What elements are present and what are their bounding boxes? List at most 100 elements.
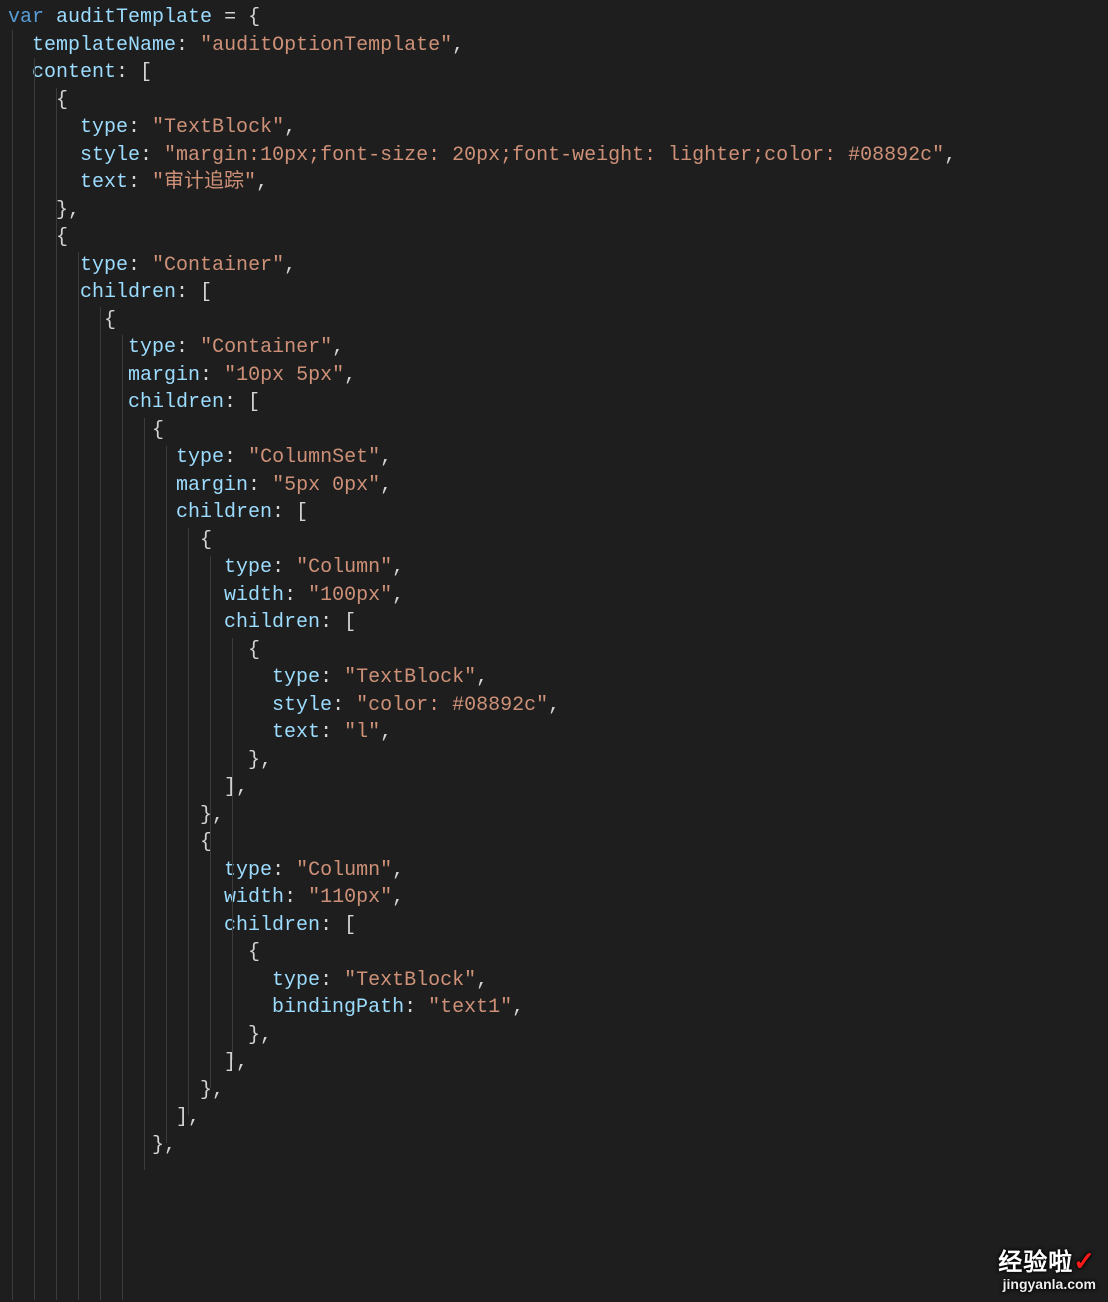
code-token: {	[8, 89, 68, 112]
code-token: ,	[512, 996, 524, 1019]
code-line[interactable]: width: "100px",	[8, 582, 1108, 610]
code-line[interactable]: type: "TextBlock",	[8, 114, 1108, 142]
code-token: },	[8, 1079, 224, 1102]
code-line[interactable]: style: "color: #08892c",	[8, 692, 1108, 720]
code-token: {	[8, 529, 212, 552]
code-token	[8, 116, 80, 139]
code-line[interactable]: text: "l",	[8, 719, 1108, 747]
code-token	[8, 859, 224, 882]
code-token: ,	[380, 721, 392, 744]
code-token: },	[8, 749, 272, 772]
code-token: :	[284, 886, 308, 909]
watermark: 经验啦✓ jingyanla.com	[998, 1247, 1096, 1292]
code-line[interactable]: content: [	[8, 59, 1108, 87]
code-token: children	[224, 914, 320, 937]
code-token: :	[320, 721, 344, 744]
code-token: "TextBlock"	[344, 969, 476, 992]
code-line[interactable]: width: "110px",	[8, 884, 1108, 912]
code-token	[8, 721, 272, 744]
code-token: children	[224, 611, 320, 634]
code-token: {	[8, 941, 260, 964]
code-line[interactable]: },	[8, 802, 1108, 830]
code-token: text	[80, 171, 128, 194]
code-token: margin	[176, 474, 248, 497]
code-line[interactable]: {	[8, 829, 1108, 857]
code-token: ],	[8, 776, 248, 799]
code-line[interactable]: style: "margin:10px;font-size: 20px;font…	[8, 142, 1108, 170]
code-token: :	[176, 336, 200, 359]
code-line[interactable]: type: "Container",	[8, 252, 1108, 280]
code-token: :	[224, 446, 248, 469]
code-line[interactable]: type: "ColumnSet",	[8, 444, 1108, 472]
code-token: text	[272, 721, 320, 744]
code-token: "5px 0px"	[272, 474, 380, 497]
code-line[interactable]: type: "Column",	[8, 554, 1108, 582]
code-token: "color: #08892c"	[356, 694, 548, 717]
code-line[interactable]: {	[8, 527, 1108, 555]
code-line[interactable]: {	[8, 307, 1108, 335]
code-token: ],	[8, 1051, 248, 1074]
code-token: ,	[548, 694, 560, 717]
code-token: :	[128, 171, 152, 194]
code-token	[8, 254, 80, 277]
code-line[interactable]: ],	[8, 1049, 1108, 1077]
code-line[interactable]: children: [	[8, 389, 1108, 417]
code-line[interactable]: },	[8, 1132, 1108, 1160]
code-token: :	[176, 34, 200, 57]
code-line[interactable]: {	[8, 87, 1108, 115]
code-line[interactable]: templateName: "auditOptionTemplate",	[8, 32, 1108, 60]
code-line[interactable]: {	[8, 417, 1108, 445]
code-line[interactable]: type: "TextBlock",	[8, 664, 1108, 692]
code-token: :	[140, 144, 164, 167]
code-line[interactable]: children: [	[8, 499, 1108, 527]
code-line[interactable]: },	[8, 1077, 1108, 1105]
code-line[interactable]: type: "Column",	[8, 857, 1108, 885]
code-token: auditTemplate	[56, 6, 212, 29]
code-line[interactable]: margin: "5px 0px",	[8, 472, 1108, 500]
code-token: "TextBlock"	[344, 666, 476, 689]
code-line[interactable]: margin: "10px 5px",	[8, 362, 1108, 390]
code-line[interactable]: },	[8, 747, 1108, 775]
code-token: margin	[128, 364, 200, 387]
code-line[interactable]: text: "审计追踪",	[8, 169, 1108, 197]
code-token: ,	[944, 144, 956, 167]
code-line[interactable]: bindingPath: "text1",	[8, 994, 1108, 1022]
code-line[interactable]: children: [	[8, 279, 1108, 307]
code-token: "margin:10px;font-size: 20px;font-weight…	[164, 144, 944, 167]
code-token	[8, 281, 80, 304]
code-line[interactable]: type: "TextBlock",	[8, 967, 1108, 995]
code-token: children	[176, 501, 272, 524]
code-line[interactable]: {	[8, 224, 1108, 252]
code-token: var	[8, 6, 44, 29]
code-token: ,	[344, 364, 356, 387]
code-token: ,	[452, 34, 464, 57]
code-token	[8, 34, 32, 57]
code-line[interactable]: children: [	[8, 912, 1108, 940]
code-token: : [	[320, 914, 356, 937]
code-line[interactable]: {	[8, 637, 1108, 665]
code-token: type	[128, 336, 176, 359]
code-line[interactable]: {	[8, 939, 1108, 967]
code-token: width	[224, 584, 284, 607]
code-token: templateName	[32, 34, 176, 57]
code-line[interactable]: children: [	[8, 609, 1108, 637]
code-line[interactable]: ],	[8, 1104, 1108, 1132]
code-token: :	[320, 969, 344, 992]
code-line[interactable]: ],	[8, 774, 1108, 802]
code-token: :	[284, 584, 308, 607]
code-token: ],	[8, 1106, 200, 1129]
code-token	[8, 611, 224, 634]
code-line[interactable]: },	[8, 1022, 1108, 1050]
code-token: ,	[392, 886, 404, 909]
code-token: :	[332, 694, 356, 717]
code-token: "110px"	[308, 886, 392, 909]
code-editor[interactable]: var auditTemplate = { templateName: "aud…	[0, 0, 1108, 1159]
code-token: type	[272, 969, 320, 992]
code-token: "Container"	[200, 336, 332, 359]
code-token: ,	[476, 666, 488, 689]
code-line[interactable]: type: "Container",	[8, 334, 1108, 362]
code-token: ,	[380, 446, 392, 469]
code-token: ,	[392, 556, 404, 579]
code-line[interactable]: var auditTemplate = {	[8, 4, 1108, 32]
code-line[interactable]: },	[8, 197, 1108, 225]
